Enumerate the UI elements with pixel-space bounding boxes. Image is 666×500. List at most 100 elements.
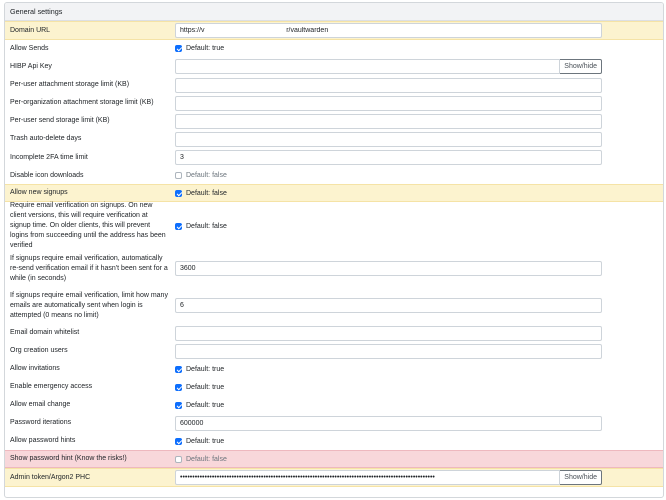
setting-row-hibp-api-key: HIBP Api Key Show/hide [5, 57, 663, 76]
allow-new-signups-checkbox[interactable] [175, 189, 182, 197]
show-hide-button[interactable]: Show/hide [560, 470, 602, 485]
checkbox-group: Default: true [175, 437, 225, 445]
setting-row-per-user-attachment-storage-limit-kb: Per-user attachment storage limit (KB) [5, 76, 663, 94]
setting-row-if-signups-require-email-verification-au: If signups require email verification, a… [5, 250, 663, 287]
checkbox-group: Default: true [175, 383, 225, 391]
setting-label: Trash auto-delete days [10, 135, 82, 142]
setting-label: Per-user attachment storage limit (KB) [10, 81, 130, 88]
allow-password-hints-checkbox[interactable] [175, 437, 182, 445]
allow-email-change-checkbox[interactable] [175, 401, 182, 409]
setting-label: Require email verification on signups. O… [10, 202, 166, 249]
default-note: Default: false [186, 172, 227, 179]
setting-control [175, 23, 663, 38]
setting-control [175, 113, 663, 129]
setting-row-org-creation-users: Org creation users [5, 342, 663, 360]
setting-label: Per-organization attachment storage limi… [10, 99, 154, 106]
setting-label: Email domain whitelist [10, 329, 80, 336]
setting-label: Disable icon downloads [10, 171, 84, 179]
setting-row-enable-emergency-access: Enable emergency access Default: true [5, 378, 663, 396]
setting-control [175, 77, 663, 93]
setting-row-password-iterations: Password iterations [5, 414, 663, 432]
setting-label: Incomplete 2FA time limit [10, 153, 88, 161]
setting-label: Allow password hints [10, 437, 76, 444]
allow-sends-checkbox[interactable] [175, 45, 182, 52]
org-creation-users-input[interactable] [175, 343, 602, 359]
setting-row-allow-new-signups: Allow new signups Default: false [5, 184, 663, 202]
default-note: Default: false [186, 222, 227, 230]
show-hide-button[interactable]: Show/hide [560, 59, 602, 74]
setting-row-allow-invitations: Allow invitations Default: true [5, 360, 663, 378]
domain-url-input[interactable] [175, 23, 602, 38]
trash-auto-delete-days-input[interactable] [175, 131, 602, 147]
enable-emergency-access-checkbox[interactable] [175, 383, 182, 391]
default-note: Default: true [186, 401, 225, 409]
setting-control [175, 131, 663, 147]
setting-label: Show password hint (Know the risks!) [10, 455, 127, 462]
incomplete-2fa-time-limit-input[interactable] [175, 150, 602, 165]
setting-control [175, 325, 663, 341]
setting-row-per-organization-attachment-storage-limi: Per-organization attachment storage limi… [5, 94, 663, 112]
setting-control: Default: false [175, 172, 663, 179]
setting-row-allow-email-change: Allow email change Default: true [5, 396, 663, 414]
setting-label: Domain URL [10, 26, 51, 34]
email-domain-whitelist-input[interactable] [175, 325, 602, 341]
setting-row-require-email-verification-on-signups-on: Require email verification on signups. O… [5, 202, 663, 250]
setting-label: If signups require email verification, l… [10, 291, 168, 319]
checkbox-group: Default: false [175, 172, 227, 179]
setting-row-admin-token-argon2-phc: Admin token/Argon2 PHC Show/hide [5, 468, 663, 487]
card-title: General settings [5, 3, 663, 21]
default-note: Default: false [186, 189, 227, 197]
checkbox-group: Default: false [175, 189, 227, 197]
setting-label: If signups require email verification, a… [10, 254, 168, 282]
setting-label: Allow invitations [10, 365, 60, 372]
hibp-api-key-input[interactable] [175, 59, 561, 74]
if-signups-require-email-verification-li-input[interactable] [175, 298, 602, 313]
setting-control: Default: true [175, 365, 663, 373]
require-email-verification-on-signups-on-checkbox[interactable] [175, 222, 182, 230]
show-password-hint-know-the-risks-checkbox[interactable] [175, 455, 182, 463]
per-organization-attachment-storage-limi-input[interactable] [175, 95, 602, 111]
disable-icon-downloads-checkbox[interactable] [175, 172, 182, 179]
setting-row-trash-auto-delete-days: Trash auto-delete days [5, 130, 663, 148]
setting-control: Show/hide [175, 59, 663, 74]
setting-control [175, 343, 663, 359]
if-signups-require-email-verification-au-input[interactable] [175, 261, 602, 276]
setting-control: Default: false [175, 222, 663, 230]
checkbox-group: Default: true [175, 45, 224, 52]
setting-label: Password iterations [10, 419, 72, 426]
setting-control: Default: true [175, 401, 663, 409]
setting-row-domain-url: Domain URL [5, 21, 663, 40]
default-note: Default: true [186, 45, 225, 52]
setting-label: Enable emergency access [10, 383, 93, 390]
default-note: Default: true [186, 365, 225, 373]
setting-row-if-signups-require-email-verification-li: If signups require email verification, l… [5, 287, 663, 324]
per-user-send-storage-limit-kb-input[interactable] [175, 113, 602, 129]
checkbox-group: Default: false [175, 222, 227, 230]
setting-row-allow-password-hints: Allow password hints Default: true [5, 432, 663, 450]
per-user-attachment-storage-limit-kb-input[interactable] [175, 77, 602, 93]
settings-list: Domain URL Allow Sends Default: true HIBP A… [5, 21, 663, 487]
setting-control [175, 261, 663, 276]
setting-row-allow-sends: Allow Sends Default: true [5, 40, 663, 57]
checkbox-group: Default: true [175, 401, 225, 409]
default-note: Default: false [186, 455, 227, 463]
setting-row-disable-icon-downloads: Disable icon downloads Default: false [5, 167, 663, 184]
setting-control [175, 150, 663, 165]
setting-row-per-user-send-storage-limit-kb: Per-user send storage limit (KB) [5, 112, 663, 130]
admin-token-argon2-phc-input[interactable] [175, 470, 561, 485]
allow-invitations-checkbox[interactable] [175, 365, 182, 373]
setting-control: Default: false [175, 189, 663, 197]
setting-label: Allow Sends [10, 44, 49, 52]
setting-label: HIBP Api Key [10, 62, 52, 70]
default-note: Default: true [186, 383, 225, 391]
checkbox-group: Default: true [175, 365, 225, 373]
general-settings-card: General settings Domain URL Allow Sends De… [4, 2, 664, 498]
setting-label: Org creation users [10, 347, 68, 354]
default-note: Default: true [186, 437, 225, 445]
setting-row-incomplete-2fa-time-limit: Incomplete 2FA time limit [5, 148, 663, 167]
setting-label: Per-user send storage limit (KB) [10, 117, 110, 124]
setting-label: Allow email change [10, 401, 71, 408]
password-iterations-input[interactable] [175, 415, 602, 431]
setting-control: Default: true [175, 437, 663, 445]
setting-control: Default: true [175, 45, 663, 52]
